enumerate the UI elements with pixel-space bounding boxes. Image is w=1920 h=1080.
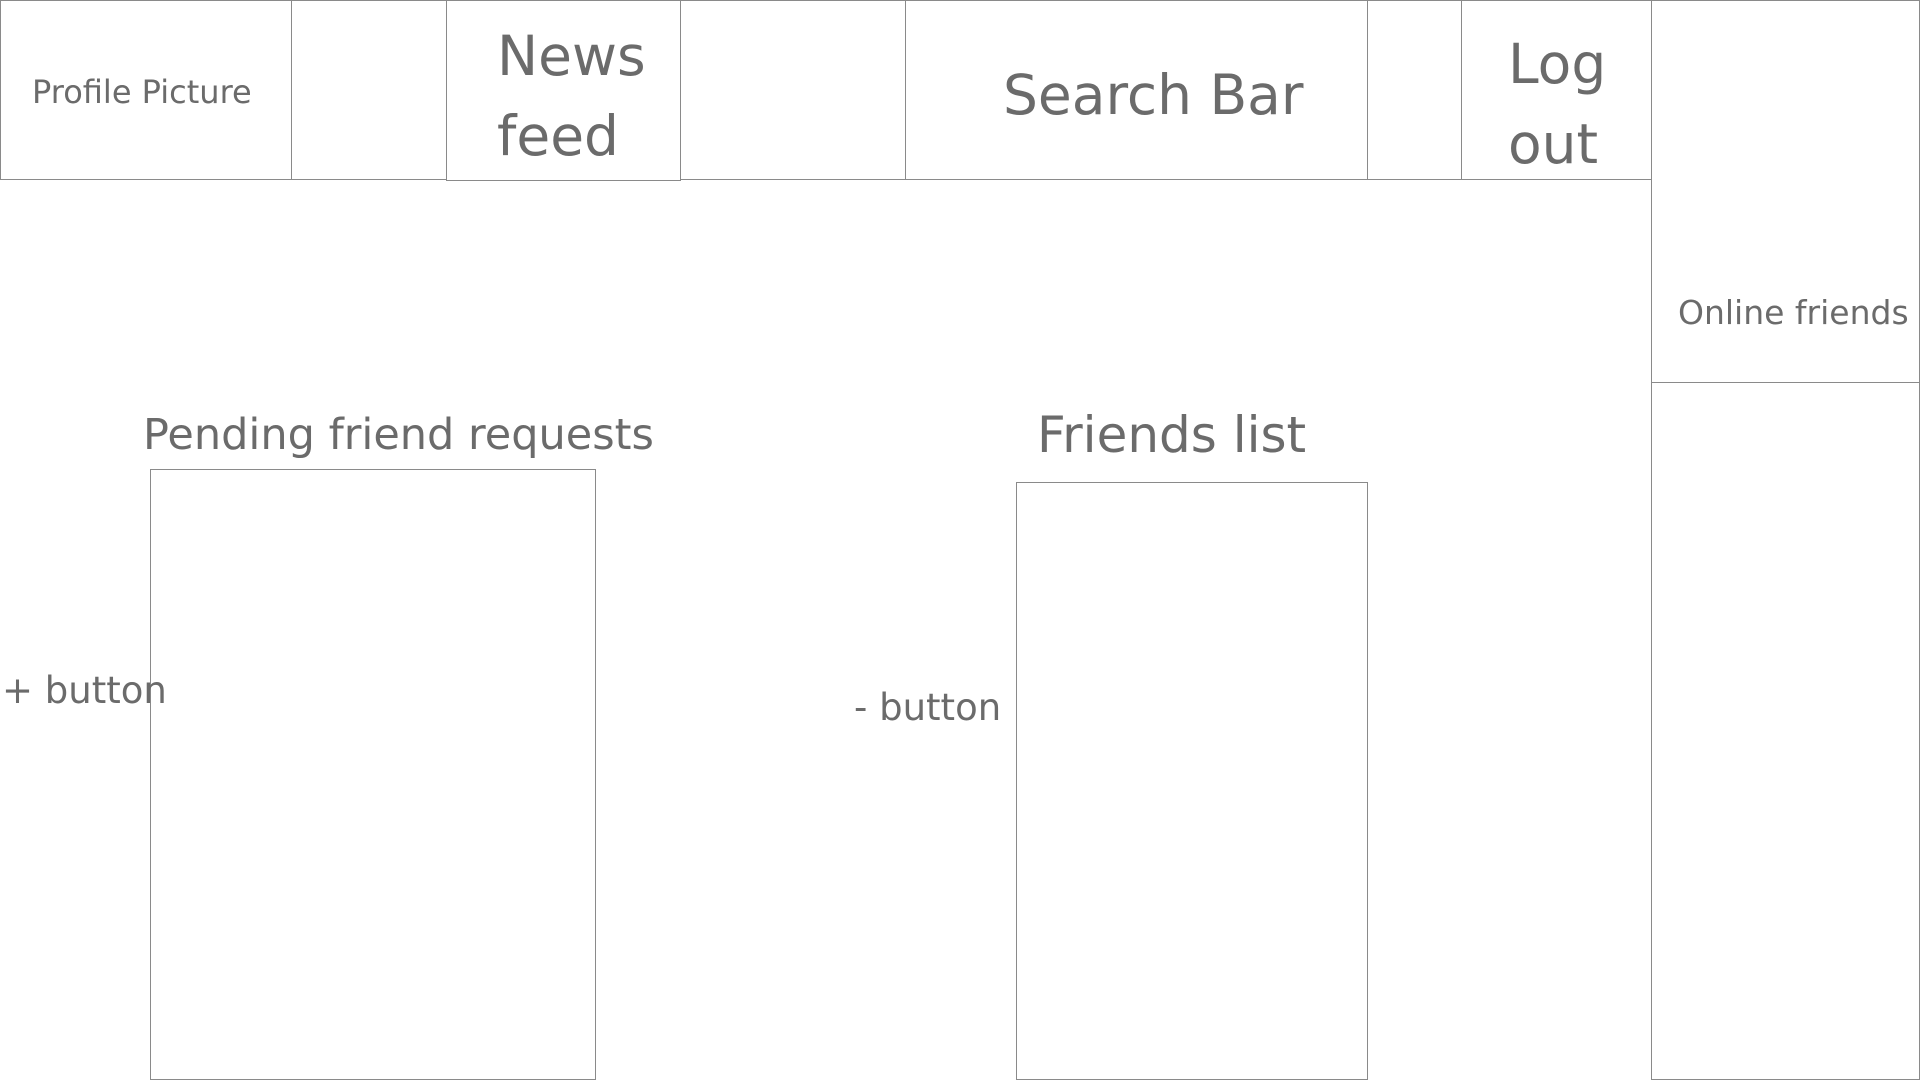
pending-requests-list[interactable] [150,469,596,1080]
online-friends-list[interactable] [1651,382,1920,1080]
log-out-label: Log out [1508,32,1607,176]
pending-requests-title: Pending friend requests [143,410,654,460]
remove-friend-button[interactable]: - button [854,689,1001,726]
header-spacer [1367,0,1462,180]
add-friend-button[interactable]: + button [2,672,167,709]
news-feed-label: News feed [497,24,646,168]
friends-list[interactable] [1016,482,1368,1080]
header-spacer [680,0,906,180]
profile-picture-label: Profile Picture [32,73,252,111]
header-spacer [291,0,447,180]
friends-list-title: Friends list [1037,406,1307,464]
online-friends-label: Online friends [1678,293,1909,332]
search-bar-label: Search Bar [1003,63,1304,127]
